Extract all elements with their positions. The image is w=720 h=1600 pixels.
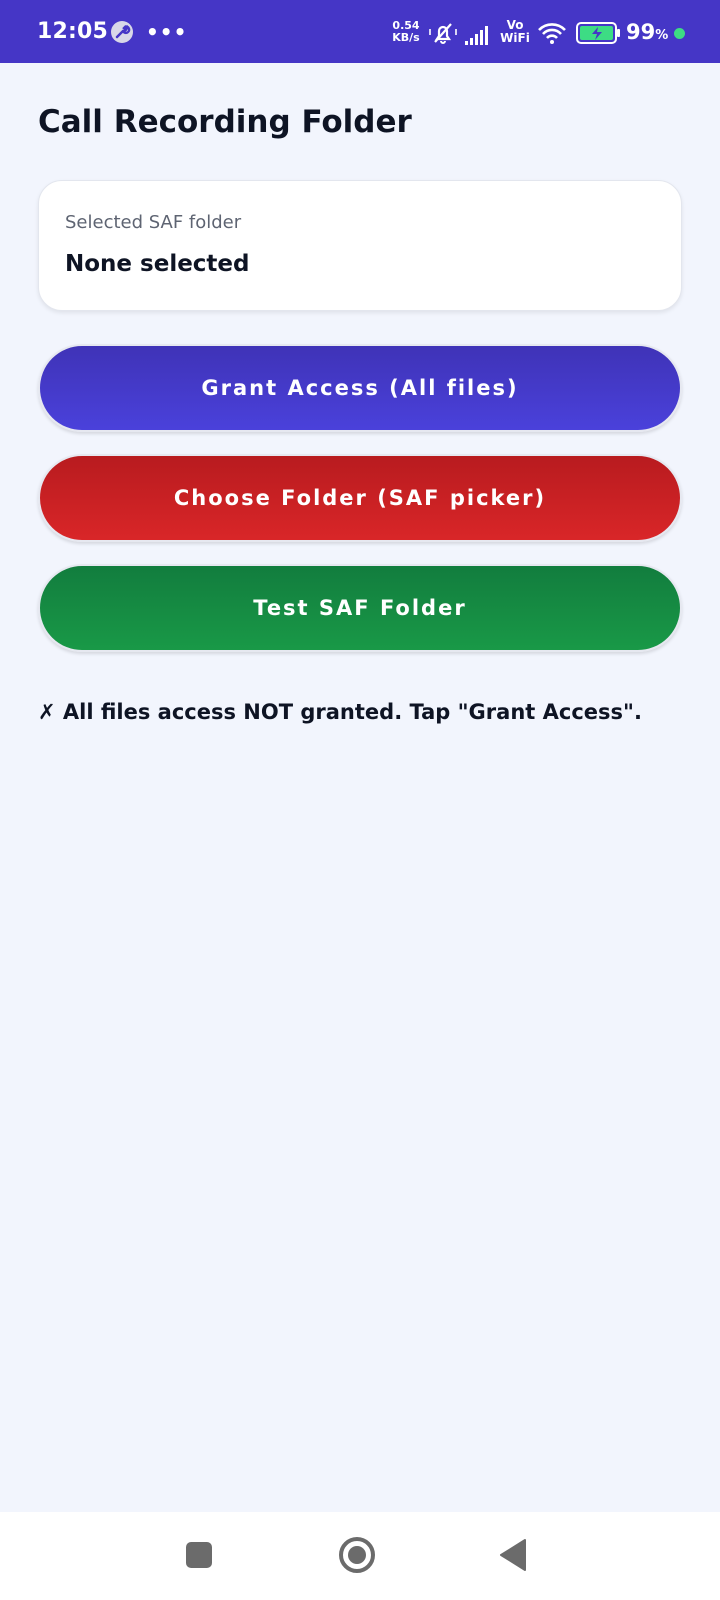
wrench-icon (111, 21, 133, 43)
more-notifications-icon: ••• (146, 20, 188, 44)
battery-percent: 99% (626, 20, 668, 44)
battery-percent-symbol: % (655, 28, 669, 43)
selected-folder-value: None selected (65, 251, 250, 277)
selected-folder-card: Selected SAF folder None selected (38, 180, 682, 311)
grant-access-button[interactable]: Grant Access (All files) (38, 344, 682, 432)
home-icon[interactable] (337, 1535, 377, 1575)
net-speed: 0.54 KB/s (389, 20, 423, 44)
wifi-label: WiFi (500, 31, 530, 45)
vowifi-indicator: Vo WiFi (498, 19, 532, 45)
mute-icon (429, 23, 457, 44)
privacy-indicator-dot (674, 28, 685, 39)
back-icon[interactable] (498, 1538, 528, 1572)
battery-charging-icon (576, 22, 620, 44)
navigation-bar (0, 1512, 720, 1600)
battery-value: 99 (626, 20, 656, 44)
choose-folder-button[interactable]: Choose Folder (SAF picker) (38, 454, 682, 542)
status-bar: 12:05 ••• 0.54 KB/s Vo WiFi 99% (0, 0, 720, 63)
recents-icon[interactable] (186, 1542, 212, 1568)
status-time: 12:05 (37, 19, 109, 44)
access-status-message: ✗ All files access NOT granted. Tap "Gra… (38, 700, 642, 724)
net-speed-unit: KB/s (392, 31, 420, 44)
page-title: Call Recording Folder (38, 104, 412, 140)
selected-folder-label: Selected SAF folder (65, 212, 242, 233)
wifi-icon (538, 23, 566, 44)
test-saf-folder-button[interactable]: Test SAF Folder (38, 564, 682, 652)
signal-icon (465, 26, 488, 45)
